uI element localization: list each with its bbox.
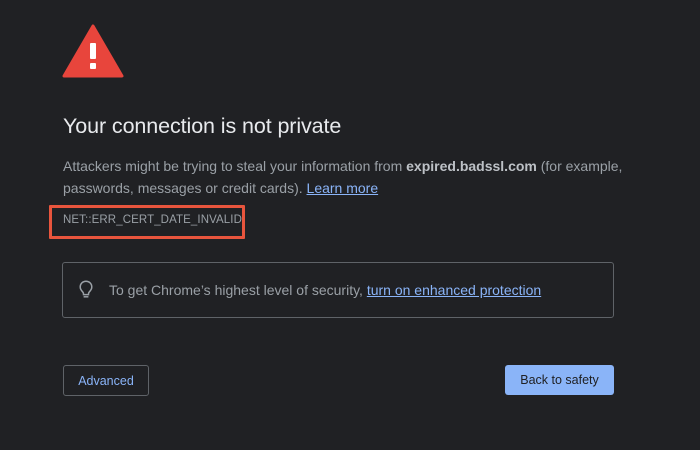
- error-code: NET::ERR_CERT_DATE_INVALID: [63, 214, 242, 226]
- warning-triangle-icon: [62, 24, 124, 78]
- lightbulb-icon: [79, 280, 93, 298]
- page-title: Your connection is not private: [63, 114, 342, 138]
- enhanced-protection-banner: To get Chrome’s highest level of securit…: [62, 262, 614, 318]
- enhanced-protection-prefix: To get Chrome’s highest level of securit…: [109, 282, 367, 298]
- enhanced-protection-text: To get Chrome’s highest level of securit…: [109, 282, 541, 298]
- explanation-prefix: Attackers might be trying to steal your …: [63, 158, 407, 174]
- interstitial-page: Your connection is not private Attackers…: [0, 0, 700, 450]
- advanced-button[interactable]: Advanced: [63, 365, 149, 396]
- enhanced-protection-link[interactable]: turn on enhanced protection: [367, 282, 541, 298]
- back-to-safety-button[interactable]: Back to safety: [505, 365, 614, 395]
- explanation-text: Attackers might be trying to steal your …: [63, 155, 623, 199]
- site-domain: expired.badssl.com: [406, 158, 537, 174]
- learn-more-link[interactable]: Learn more: [307, 180, 379, 196]
